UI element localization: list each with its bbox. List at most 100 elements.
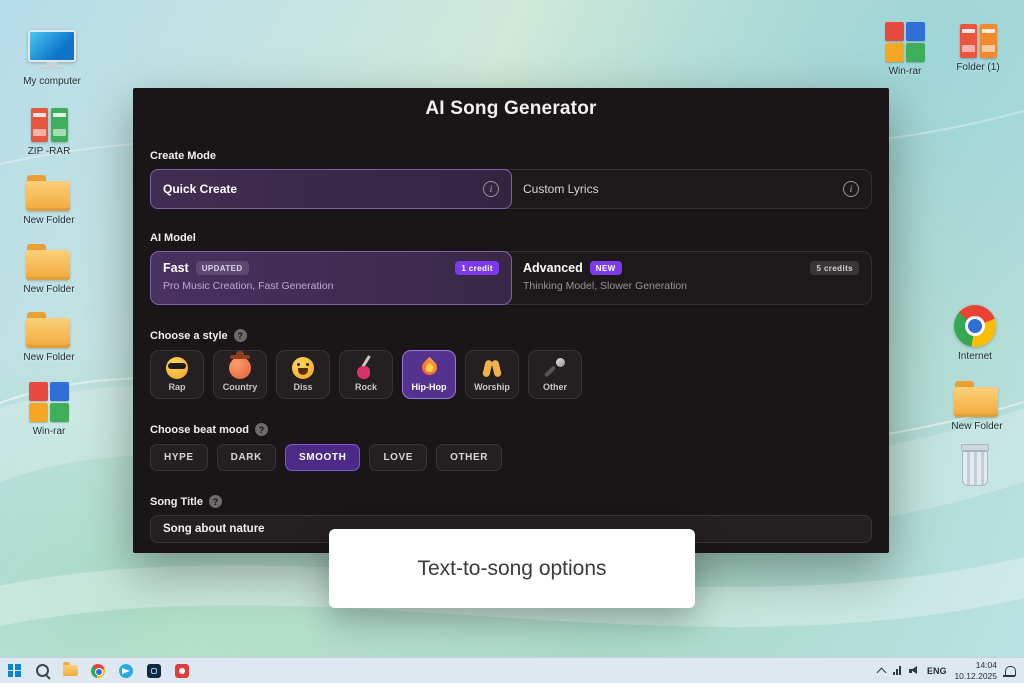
chrome-icon — [954, 305, 996, 347]
trash-icon — [958, 444, 992, 486]
desktop-icon-label: My computer — [23, 76, 81, 87]
network-icon[interactable] — [892, 666, 901, 675]
desktop-icon-new-folder-3[interactable]: New Folder — [13, 311, 85, 364]
song-title-label: Song Title ? — [150, 495, 872, 508]
windows-logo-icon — [7, 664, 21, 677]
search-icon — [35, 664, 49, 677]
archive-binders-icon — [959, 22, 997, 58]
ai-model-options: Fast UPDATED 1 credit Pro Music Creation… — [150, 251, 872, 305]
desktop-icon-label: New Folder — [23, 352, 75, 363]
taskbar-dark-app-button[interactable] — [140, 658, 168, 683]
telegram-icon — [119, 663, 133, 678]
folder-icon — [62, 662, 78, 676]
dark-app-icon — [147, 663, 161, 678]
style-label: Diss — [293, 382, 313, 392]
desktop-icon-new-folder-2[interactable]: New Folder — [13, 243, 85, 296]
desktop-icon-new-folder-right[interactable]: New Folder — [941, 380, 1013, 433]
tooltip-text: Text-to-song options — [417, 556, 607, 580]
desktop-icon-recycle-bin[interactable] — [939, 444, 1011, 486]
desktop-icon-winrar-left[interactable]: Win-rar — [13, 382, 85, 438]
info-icon[interactable]: i — [483, 181, 499, 197]
window-title: AI Song Generator — [425, 98, 597, 119]
desktop-icon-zip-rar[interactable]: ZIP -RAR — [13, 106, 85, 158]
tab-label: Custom Lyrics — [523, 182, 599, 196]
model-description: Pro Music Creation, Fast Generation — [163, 280, 334, 292]
speaker-icon[interactable] — [908, 666, 919, 675]
choose-beat-mood-text: Choose beat mood — [150, 423, 250, 436]
model-description: Thinking Model, Slower Generation — [523, 280, 688, 292]
desktop-icon-label: ZIP -RAR — [27, 146, 71, 157]
notifications-icon[interactable] — [1003, 665, 1016, 677]
mood-dark[interactable]: DARK — [216, 444, 276, 471]
desktop-icon-label: Win-rar — [888, 66, 922, 77]
language-indicator[interactable]: ENG — [927, 666, 947, 676]
ai-model-label: AI Model — [150, 232, 196, 244]
info-icon[interactable]: i — [843, 181, 859, 197]
create-mode-label: Create Mode — [150, 150, 217, 162]
desktop-icon-label: Folder (1) — [956, 62, 1000, 73]
desktop-icon-label: New Folder — [23, 215, 75, 226]
style-rap[interactable]: Rap — [150, 350, 204, 399]
taskbar-chrome-button[interactable] — [84, 658, 112, 683]
desktop-icon-folder-1[interactable]: Folder (1) — [942, 22, 1014, 74]
cool-face-icon — [166, 357, 188, 379]
start-button[interactable] — [0, 658, 28, 683]
create-mode-tabs: Quick Create i Custom Lyrics i — [150, 169, 872, 209]
desktop-icon-winrar-top[interactable]: Win-rar — [869, 22, 941, 78]
tab-label: Quick Create — [163, 182, 238, 196]
style-label: Hip-Hop — [411, 382, 447, 392]
style-label: Worship — [474, 382, 510, 392]
mood-love[interactable]: LOVE — [369, 444, 428, 471]
tray-time: 14:04 — [975, 659, 997, 670]
mood-smooth[interactable]: SMOOTH — [284, 444, 361, 471]
choose-style-label: Choose a style ? — [150, 329, 872, 342]
cowboy-face-icon — [229, 351, 251, 379]
tab-quick-create[interactable]: Quick Create i — [150, 169, 512, 209]
desktop-icon-label: New Folder — [23, 284, 75, 295]
mood-hype[interactable]: HYPE — [150, 444, 208, 471]
microphone-icon — [544, 357, 566, 379]
praying-hands-icon — [481, 357, 503, 379]
style-label: Country — [222, 382, 258, 392]
taskbar-explorer-button[interactable] — [56, 658, 84, 683]
help-icon[interactable]: ? — [208, 495, 222, 508]
style-diss[interactable]: Diss — [276, 350, 330, 399]
mood-other[interactable]: OTHER — [436, 444, 503, 471]
style-label: Other — [542, 382, 567, 392]
red-app-icon — [175, 663, 189, 678]
style-other[interactable]: Other — [528, 350, 582, 399]
desktop: My computer ZIP -RAR New Folder New Fold… — [0, 0, 1024, 683]
song-title-text: Song Title — [150, 495, 203, 508]
model-option-fast[interactable]: Fast UPDATED 1 credit Pro Music Creation… — [150, 251, 512, 305]
computer-icon — [28, 30, 76, 72]
desktop-icon-new-folder-1[interactable]: New Folder — [13, 174, 85, 227]
desktop-icon-label: Win-rar — [32, 426, 66, 437]
desktop-icon-label: Internet — [958, 351, 992, 362]
beat-mood-options: HYPE DARK SMOOTH LOVE OTHER — [150, 444, 872, 471]
model-option-advanced[interactable]: Advanced NEW 5 credits Thinking Model, S… — [511, 252, 871, 304]
taskbar-red-app-button[interactable] — [168, 658, 196, 683]
taskbar-telegram-button[interactable] — [112, 658, 140, 683]
folder-icon — [26, 311, 72, 348]
tooltip-callout: Text-to-song options — [329, 529, 695, 608]
style-label: Rap — [168, 382, 186, 392]
tab-custom-lyrics[interactable]: Custom Lyrics i — [511, 170, 871, 208]
help-icon[interactable]: ? — [255, 423, 269, 436]
style-rock[interactable]: Rock — [339, 350, 393, 399]
style-worship[interactable]: Worship — [465, 350, 519, 399]
desktop-icon-my-computer[interactable]: My computer — [16, 30, 88, 88]
folder-icon — [954, 380, 1000, 417]
style-country[interactable]: Country — [213, 350, 267, 399]
clock[interactable]: 14:04 10.12.2025 — [954, 660, 997, 681]
new-badge: NEW — [589, 261, 622, 275]
style-options: Rap Country Diss Rock Hip-Hop Worship Ot… — [150, 350, 872, 399]
help-icon[interactable]: ? — [233, 329, 247, 342]
choose-style-text: Choose a style — [150, 329, 228, 342]
desktop-icon-internet[interactable]: Internet — [939, 305, 1011, 363]
flame-icon — [418, 356, 440, 379]
tray-chevron-up-icon[interactable] — [876, 667, 887, 677]
model-name: Fast — [163, 261, 189, 275]
search-button[interactable] — [28, 658, 56, 683]
credits-badge: 5 credits — [810, 261, 859, 275]
style-hip-hop[interactable]: Hip-Hop — [402, 350, 456, 399]
